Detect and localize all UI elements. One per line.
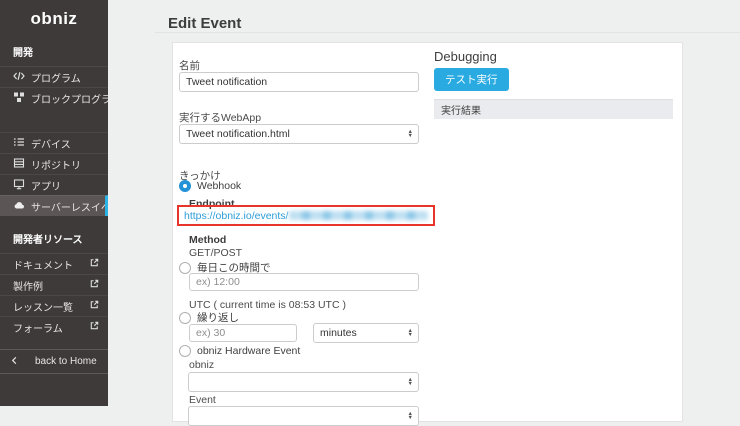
sidebar-item-lessons[interactable]: レッスン一覧 xyxy=(0,295,108,316)
sidebar-item-repository[interactable]: リポジトリ xyxy=(0,153,108,174)
sidebar-item-devices[interactable]: デバイス xyxy=(0,132,108,153)
radio-unchecked-icon xyxy=(179,345,191,357)
endpoint-highlight-box: https://obniz.io/events/ xyxy=(177,205,435,226)
event-label: Event xyxy=(189,394,216,406)
sidebar-item-serverless-events[interactable]: サーバーレスイベント xyxy=(0,195,108,216)
device-list-icon xyxy=(13,136,25,151)
cloud-icon xyxy=(13,199,25,214)
code-icon xyxy=(13,70,25,85)
sidebar: obniz 開発 プログラム ブロックプログラム デバイス リポジトリ アプリ xyxy=(0,0,108,406)
sidebar-item-apps[interactable]: アプリ xyxy=(0,174,108,195)
sidebar-spacer xyxy=(0,108,108,132)
sidebar-item-label: リポジトリ xyxy=(31,157,108,172)
external-link-icon xyxy=(89,320,100,334)
radio-webhook[interactable]: Webhook xyxy=(179,180,241,192)
method-value: GET/POST xyxy=(189,247,242,259)
sidebar-item-label: フォーラム xyxy=(13,320,83,335)
repeat-unit-select[interactable]: minutes ▲▼ xyxy=(313,323,419,343)
test-run-button[interactable]: テスト実行 xyxy=(434,68,509,91)
external-link-icon xyxy=(89,299,100,313)
debugging-title: Debugging xyxy=(434,49,497,64)
sidebar-item-documents[interactable]: ドキュメント xyxy=(0,253,108,274)
sidebar-item-label: アプリ xyxy=(31,178,108,193)
select-stepper-icon: ▲▼ xyxy=(408,412,413,420)
obniz-logo: obniz xyxy=(0,0,108,29)
page-title: Edit Event xyxy=(168,15,241,32)
chevron-left-icon xyxy=(10,356,19,368)
endpoint-token-blurred xyxy=(289,211,428,220)
radio-repeat[interactable]: 繰り返し xyxy=(179,310,239,325)
method-label: Method xyxy=(189,234,226,246)
result-header-label: 実行結果 xyxy=(441,102,481,117)
radio-repeat-label: 繰り返し xyxy=(197,310,239,325)
sidebar-item-label: サーバーレスイベント xyxy=(31,199,105,214)
select-stepper-icon: ▲▼ xyxy=(408,329,413,337)
sidebar-item-label: 製作例 xyxy=(13,278,83,293)
sidebar-item-block-program[interactable]: ブロックプログラム xyxy=(0,87,108,108)
repeat-interval-input[interactable] xyxy=(189,324,297,342)
app-icon xyxy=(13,178,25,193)
sidebar-item-program[interactable]: プログラム xyxy=(0,66,108,87)
select-stepper-icon: ▲▼ xyxy=(408,378,413,386)
obniz-select[interactable]: ▲▼ xyxy=(188,372,419,392)
sidebar-item-examples[interactable]: 製作例 xyxy=(0,274,108,295)
obniz-label: obniz xyxy=(189,359,214,371)
event-select[interactable]: ▲▼ xyxy=(188,406,419,426)
sidebar-section-dev: 開発 xyxy=(0,29,108,66)
webapp-label: 実行するWebApp xyxy=(179,110,261,125)
blocks-icon xyxy=(13,91,25,106)
sidebar-section-resources: 開発者リソース xyxy=(0,216,108,253)
sidebar-item-label: レッスン一覧 xyxy=(13,299,83,314)
name-label: 名前 xyxy=(179,58,200,73)
daily-time-input[interactable] xyxy=(189,273,419,291)
radio-hardware-event[interactable]: obniz Hardware Event xyxy=(179,345,300,357)
repository-icon xyxy=(13,157,25,172)
sidebar-item-label: プログラム xyxy=(31,70,108,85)
external-link-icon xyxy=(89,278,100,292)
back-to-home-label: back to Home xyxy=(35,356,97,367)
radio-unchecked-icon xyxy=(179,262,191,274)
webapp-select[interactable]: Tweet notification.html ▲▼ xyxy=(179,124,419,144)
header-divider xyxy=(155,32,740,33)
external-link-icon xyxy=(89,257,100,271)
sidebar-item-label: ブロックプログラム xyxy=(31,91,108,106)
radio-hardware-label: obniz Hardware Event xyxy=(197,345,300,357)
result-header-bar: 実行結果 xyxy=(434,99,673,119)
sidebar-item-label: デバイス xyxy=(31,136,108,151)
radio-unchecked-icon xyxy=(179,312,191,324)
radio-checked-icon xyxy=(179,180,191,192)
webapp-select-value: Tweet notification.html xyxy=(186,128,290,140)
sidebar-item-label: ドキュメント xyxy=(13,257,83,272)
event-name-input[interactable] xyxy=(179,72,419,92)
endpoint-url-link[interactable]: https://obniz.io/events/ xyxy=(184,210,288,222)
edit-event-card: 名前 実行するWebApp Tweet notification.html ▲▼… xyxy=(172,42,683,422)
back-to-home-button[interactable]: back to Home xyxy=(0,349,108,374)
select-stepper-icon: ▲▼ xyxy=(408,130,413,138)
radio-webhook-label: Webhook xyxy=(197,180,241,192)
repeat-unit-value: minutes xyxy=(320,327,357,339)
sidebar-item-forum[interactable]: フォーラム xyxy=(0,316,108,337)
